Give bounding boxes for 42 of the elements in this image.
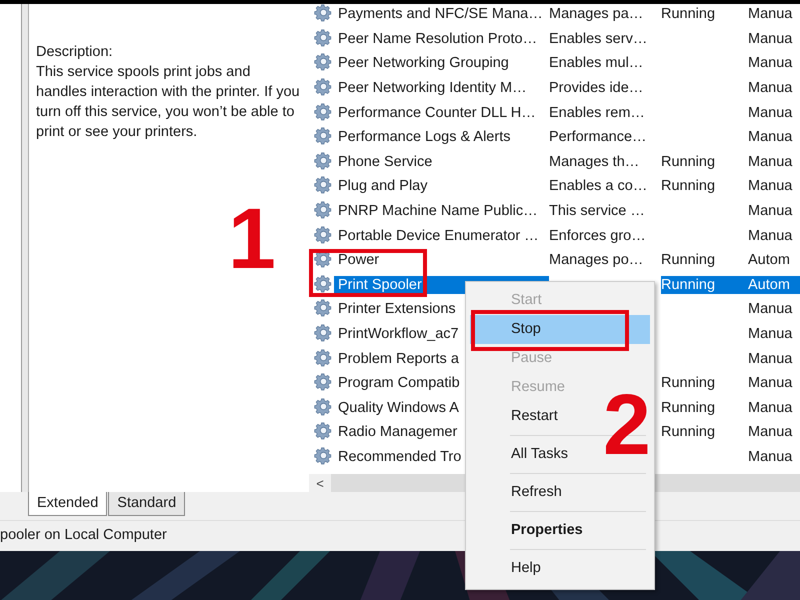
service-status: Running [661,154,716,170]
service-startup-type: Manua [748,424,792,440]
service-startup-type: Manua [748,55,792,72]
service-description: Manages th… [549,154,640,170]
service-startup-type: Manua [748,129,792,146]
service-status: Running [661,252,716,268]
step-number: 2 [603,382,651,468]
service-description: Performance… [549,129,647,146]
service-description: Enforces gro… [549,228,646,244]
service-description: Enables rem… [549,104,645,121]
service-startup-type: Manua [748,203,792,220]
service-startup-type: Manua [748,400,792,416]
service-status: Running [661,424,716,440]
service-startup-type: Manua [748,178,792,194]
service-startup-type: Manua [748,350,792,367]
service-description: Enables a co… [549,178,648,194]
service-description: Manages po… [549,252,644,268]
service-description: Enables serv… [549,30,648,47]
service-startup-type: Manua [748,448,792,465]
service-startup-type: Manua [748,375,792,392]
step-number: 1 [228,196,276,282]
service-startup-type: Autom [748,276,790,293]
service-startup-type: Manua [748,154,792,170]
service-startup-type: Manua [748,228,792,244]
description-heading: Description: [36,43,114,62]
service-description: Enables mul… [549,55,644,72]
service-description: Manages pa… [549,6,644,22]
service-startup-type: Manua [748,326,792,342]
service-startup-type: Manua [748,80,792,96]
service-startup-type: Manua [748,301,792,318]
service-description: Provides ide… [549,80,644,96]
description-text: This service spools print jobs and handles interaction with the printer. If you turn off this service, you won’t be able to print or see your printers. [36,63,301,142]
service-description: This service … [549,203,645,220]
service-startup-type: Manua [748,104,792,121]
service-status: Running [661,400,716,416]
service-status: Running [661,178,716,194]
service-startup-type: Manua [748,30,792,47]
service-startup-type: Autom [748,252,790,268]
service-status: Running [661,276,716,293]
service-status: Running [661,375,716,392]
service-status: Running [661,6,716,22]
service-startup-type: Manua [748,6,792,22]
